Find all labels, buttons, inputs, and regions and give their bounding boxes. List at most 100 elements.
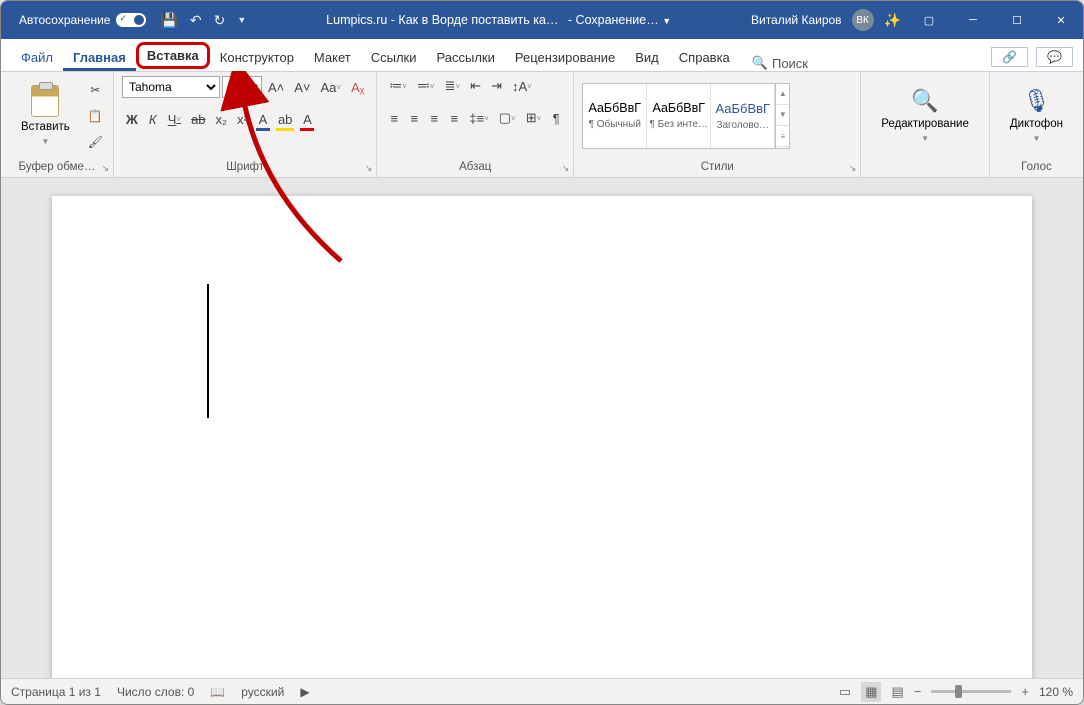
- font-size-select[interactable]: 72: [222, 76, 262, 98]
- align-center-button[interactable]: ≡: [405, 109, 423, 128]
- clear-formatting-button[interactable]: Aᵪ: [347, 78, 368, 97]
- read-mode-button[interactable]: ▭: [839, 684, 851, 700]
- tab-help[interactable]: Справка: [669, 44, 740, 71]
- cut-button[interactable]: ✂: [88, 81, 102, 99]
- dictate-button[interactable]: 🎙 Диктофон ▼: [998, 82, 1075, 149]
- search-box[interactable]: 🔍 Поиск: [752, 55, 808, 71]
- styles-more-icon[interactable]: ≡: [776, 126, 789, 147]
- avatar[interactable]: ВК: [852, 9, 874, 31]
- line-spacing-button[interactable]: ‡≡: [465, 109, 493, 128]
- comments-button[interactable]: 💬: [1036, 47, 1073, 67]
- show-marks-button[interactable]: ¶: [547, 109, 565, 128]
- group-clipboard: Вставить ▼ ✂ 📋 🖌 Буфер обме… ↘: [1, 72, 114, 177]
- text-cursor: [207, 284, 209, 418]
- change-case-button[interactable]: Aa: [317, 78, 346, 97]
- shrink-font-button[interactable]: A˅: [290, 78, 314, 97]
- group-font: Tahoma 72 A˄ A˅ Aa Aᵪ Ж К Ч ab x₂ x² A a…: [114, 72, 377, 177]
- zoom-in-button[interactable]: +: [1021, 684, 1029, 699]
- maximize-button[interactable]: ☐: [995, 1, 1039, 39]
- group-voice: 🎙 Диктофон ▼ Голос: [990, 72, 1083, 177]
- paste-button[interactable]: Вставить ▼: [9, 79, 82, 152]
- autosave-toggle[interactable]: [116, 13, 146, 27]
- tab-layout[interactable]: Макет: [304, 44, 361, 71]
- zoom-out-button[interactable]: −: [914, 684, 922, 699]
- font-color-button[interactable]: A: [298, 110, 316, 129]
- coming-soon-icon[interactable]: ✨: [884, 12, 901, 29]
- share-button[interactable]: 🔗: [991, 47, 1028, 67]
- tab-references[interactable]: Ссылки: [361, 44, 427, 71]
- align-left-button[interactable]: ≡: [385, 109, 403, 128]
- increase-indent-button[interactable]: ⇥: [487, 76, 506, 96]
- styles-launcher[interactable]: ↘: [849, 163, 857, 174]
- text-effects-button[interactable]: A: [254, 110, 272, 129]
- font-launcher[interactable]: ↘: [365, 163, 373, 174]
- tab-home[interactable]: Главная: [63, 44, 136, 71]
- font-name-select[interactable]: Tahoma: [122, 76, 220, 98]
- qat-customize-icon[interactable]: ▼: [237, 15, 246, 25]
- sort-button[interactable]: ↕A: [508, 77, 536, 96]
- document-title: Lumpics.ru - Как в Ворде поставить ка… -…: [246, 13, 751, 27]
- close-button[interactable]: ✕: [1039, 1, 1083, 39]
- tab-file[interactable]: Файл: [11, 44, 63, 71]
- numbering-button[interactable]: ≕: [413, 76, 439, 96]
- ribbon-display-options-button[interactable]: ▢: [907, 1, 951, 39]
- tab-mailings[interactable]: Рассылки: [427, 44, 505, 71]
- zoom-slider[interactable]: [931, 690, 1011, 693]
- redo-icon[interactable]: ↻: [214, 12, 226, 29]
- style-normal[interactable]: АаБбВвГ ¶ Обычный: [583, 84, 647, 148]
- editing-button[interactable]: 🔍 Редактирование ▼: [869, 82, 981, 149]
- word-window: Автосохранение 💾 ↶ ↻ ▼ Lumpics.ru - Как …: [0, 0, 1084, 705]
- page-indicator[interactable]: Страница 1 из 1: [11, 685, 101, 699]
- grow-font-button[interactable]: A˄: [264, 78, 288, 97]
- undo-icon[interactable]: ↶: [190, 12, 202, 29]
- tab-design[interactable]: Конструктор: [210, 44, 304, 71]
- styles-group-label: Стили: [701, 161, 734, 173]
- italic-button[interactable]: К: [144, 110, 162, 129]
- tab-review[interactable]: Рецензирование: [505, 44, 625, 71]
- titlebar: Автосохранение 💾 ↶ ↻ ▼ Lumpics.ru - Как …: [1, 1, 1083, 39]
- clipboard-launcher[interactable]: ↘: [101, 163, 109, 174]
- font-group-label: Шрифт: [226, 161, 264, 173]
- highlight-button[interactable]: ab: [274, 110, 296, 129]
- format-painter-button[interactable]: 🖌: [86, 133, 105, 151]
- document-area[interactable]: [1, 178, 1083, 678]
- tab-view[interactable]: Вид: [625, 44, 669, 71]
- copy-button[interactable]: 📋: [86, 107, 105, 125]
- group-paragraph: ≔ ≕ ≣ ⇤ ⇥ ↕A ≡ ≡ ≡ ≡ ‡≡ ▢ ⊞ ¶: [377, 72, 574, 177]
- underline-button[interactable]: Ч: [164, 110, 185, 129]
- paragraph-launcher[interactable]: ↘: [562, 163, 570, 174]
- style-heading1[interactable]: АаБбВвГ Заголово…: [711, 84, 775, 148]
- zoom-level[interactable]: 120 %: [1039, 685, 1073, 699]
- styles-down-icon[interactable]: ▼: [776, 105, 789, 126]
- tab-insert[interactable]: Вставка: [136, 42, 210, 69]
- language-indicator[interactable]: русский: [241, 685, 284, 699]
- paragraph-group-label: Абзац: [459, 161, 491, 173]
- styles-gallery[interactable]: АаБбВвГ ¶ Обычный АаБбВвГ ¶ Без инте… Аа…: [582, 83, 790, 149]
- print-layout-button[interactable]: ▦: [861, 682, 881, 702]
- spellcheck-icon[interactable]: 📖: [210, 685, 225, 699]
- styles-up-icon[interactable]: ▲: [776, 84, 789, 105]
- decrease-indent-button[interactable]: ⇤: [466, 76, 485, 96]
- ribbon: Вставить ▼ ✂ 📋 🖌 Буфер обме… ↘ Tahoma 72 …: [1, 72, 1083, 178]
- superscript-button[interactable]: x²: [233, 110, 252, 129]
- justify-button[interactable]: ≡: [445, 109, 463, 128]
- bold-button[interactable]: Ж: [122, 110, 142, 129]
- macro-icon[interactable]: ▶: [300, 685, 309, 699]
- minimize-button[interactable]: ─: [951, 1, 995, 39]
- shading-button[interactable]: ▢: [495, 108, 520, 128]
- word-count[interactable]: Число слов: 0: [117, 685, 194, 699]
- clipboard-group-label: Буфер обме…: [19, 161, 96, 173]
- page[interactable]: [52, 196, 1032, 678]
- style-no-spacing[interactable]: АаБбВвГ ¶ Без инте…: [647, 84, 711, 148]
- borders-button[interactable]: ⊞: [522, 108, 546, 128]
- bullets-button[interactable]: ≔: [385, 76, 411, 96]
- multilevel-list-button[interactable]: ≣: [441, 76, 465, 96]
- search-icon: 🔍: [752, 55, 768, 71]
- strikethrough-button[interactable]: ab: [187, 110, 209, 129]
- voice-group-label: Голос: [1021, 161, 1052, 173]
- align-right-button[interactable]: ≡: [425, 109, 443, 128]
- save-icon[interactable]: 💾: [160, 12, 177, 29]
- web-layout-button[interactable]: ▤: [891, 684, 903, 700]
- group-styles: АаБбВвГ ¶ Обычный АаБбВвГ ¶ Без инте… Аа…: [574, 72, 861, 177]
- subscript-button[interactable]: x₂: [212, 110, 232, 129]
